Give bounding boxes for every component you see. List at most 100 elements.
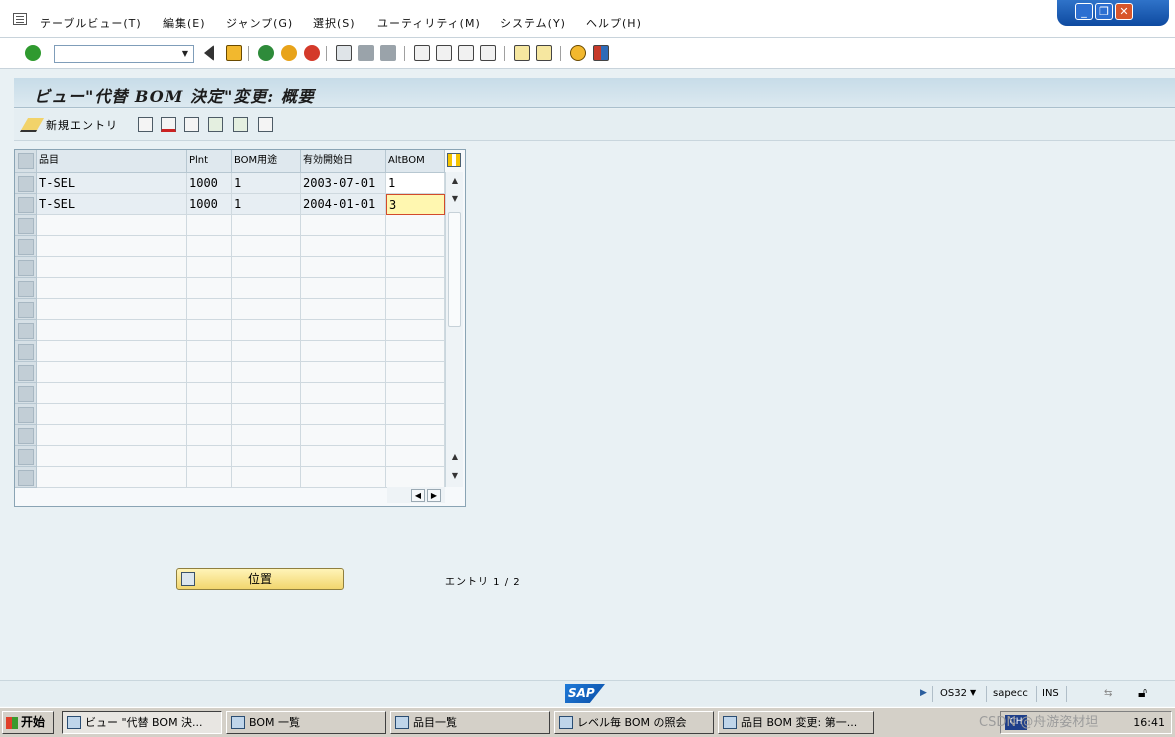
help-icon[interactable] [570, 45, 586, 61]
empty-cell [37, 362, 187, 383]
close-button[interactable]: ✕ [1115, 3, 1133, 20]
column-header-material[interactable]: 品目 [37, 150, 187, 173]
row-selector[interactable] [15, 257, 37, 278]
sap-window-icon [559, 716, 573, 729]
column-header-alt-bom[interactable]: AltBOM [386, 150, 445, 173]
next-page-icon[interactable] [458, 45, 474, 61]
layout-menu-icon[interactable] [593, 45, 609, 61]
row-selector[interactable] [15, 215, 37, 236]
menu-goto[interactable]: ジャンプ(G) [226, 15, 293, 31]
scroll-right-icon[interactable]: ▶ [427, 489, 441, 502]
deselect-all-icon[interactable] [258, 117, 273, 132]
row-selector[interactable] [15, 299, 37, 320]
menu-table-view[interactable]: テーブルビュー(T) [40, 15, 142, 31]
empty-cell [187, 215, 232, 236]
taskbar: 开始 ビュー "代替 BOM 決... BOM 一覧 品目一覧 レベル毎 BOM… [0, 707, 1175, 737]
restore-button[interactable]: ❐ [1095, 3, 1113, 20]
row-selector[interactable] [15, 341, 37, 362]
empty-cell [386, 215, 445, 236]
first-page-icon[interactable] [414, 45, 430, 61]
create-session-icon[interactable] [514, 45, 530, 61]
save-icon[interactable] [226, 45, 242, 61]
prev-page-icon[interactable] [436, 45, 452, 61]
last-page-icon[interactable] [480, 45, 496, 61]
select-all-header[interactable] [15, 150, 37, 173]
column-header-plant[interactable]: Plnt [187, 150, 232, 173]
row-selector[interactable] [15, 404, 37, 425]
row-selector[interactable] [15, 383, 37, 404]
copy-as-icon[interactable] [138, 117, 153, 132]
empty-cell [37, 383, 187, 404]
alt-bom-input-focused[interactable]: 3 [386, 194, 445, 215]
empty-cell [37, 299, 187, 320]
enter-icon[interactable] [25, 45, 41, 61]
column-header-bom-usage[interactable]: BOM用途 [232, 150, 301, 173]
empty-cell [232, 278, 301, 299]
minimize-button[interactable]: _ [1075, 3, 1093, 20]
row-selector[interactable] [15, 173, 37, 194]
cell-material: T-SEL [37, 194, 187, 215]
scroll-left-icon[interactable]: ◀ [411, 489, 425, 502]
back-icon[interactable] [204, 45, 214, 61]
empty-cell [301, 236, 386, 257]
chevron-down-icon[interactable]: ▼ [178, 47, 192, 61]
back-nav-icon[interactable] [258, 45, 274, 61]
row-selector[interactable] [15, 362, 37, 383]
chevron-down-icon[interactable]: ▼ [970, 688, 976, 697]
empty-cell [37, 341, 187, 362]
scroll-up-icon[interactable]: ▲ [449, 175, 461, 187]
exit-icon[interactable] [281, 45, 297, 61]
empty-cell [301, 320, 386, 341]
select-all-icon[interactable] [208, 117, 223, 132]
start-button[interactable]: 开始 [2, 711, 54, 734]
delete-icon[interactable] [161, 117, 176, 132]
row-selector[interactable] [15, 425, 37, 446]
new-entries-label: 新規エントリ [46, 119, 118, 132]
command-field[interactable]: ▼ [54, 45, 194, 63]
menu-select[interactable]: 選択(S) [313, 15, 356, 31]
taskbar-item[interactable]: 品目 BOM 変更: 第一... [718, 711, 874, 734]
row-selector[interactable] [15, 467, 37, 488]
cancel-icon[interactable] [304, 45, 320, 61]
find-icon[interactable] [358, 45, 374, 61]
position-button[interactable]: 位置 [176, 568, 344, 590]
row-selector[interactable] [15, 278, 37, 299]
row-selector[interactable] [15, 236, 37, 257]
scroll-thumb[interactable] [448, 212, 461, 327]
scroll-down-icon[interactable]: ▼ [449, 470, 461, 482]
cell-plant: 1000 [187, 194, 232, 215]
empty-cell [386, 278, 445, 299]
find-next-icon[interactable] [380, 45, 396, 61]
taskbar-item[interactable]: 品目一覧 [390, 711, 550, 734]
input-mode[interactable]: INS [1042, 688, 1059, 699]
new-entries-button[interactable]: 新規エントリ [19, 116, 118, 134]
menu-bar: テーブルビュー(T) 編集(E) ジャンプ(G) 選択(S) ユーティリティ(M… [0, 0, 1175, 38]
cell-valid-from: 2004-01-01 [301, 194, 386, 215]
status-toggle-icon[interactable]: ▶ [920, 688, 927, 698]
print-icon[interactable] [336, 45, 352, 61]
row-selector[interactable] [15, 446, 37, 467]
menu-system[interactable]: システム(Y) [500, 15, 566, 31]
row-selector[interactable] [15, 194, 37, 215]
menu-help[interactable]: ヘルプ(H) [586, 15, 642, 31]
row-selector[interactable] [15, 320, 37, 341]
select-block-icon[interactable] [233, 117, 248, 132]
empty-cell [386, 383, 445, 404]
scroll-down-icon[interactable]: ▼ [449, 193, 461, 205]
scroll-up-icon[interactable]: ▲ [449, 451, 461, 463]
vertical-scrollbar[interactable]: ▲ ▼ ▲ ▼ [445, 172, 463, 487]
column-header-valid-from[interactable]: 有効開始日 [301, 150, 386, 173]
system-menu-icon[interactable] [13, 13, 27, 25]
menu-utilities[interactable]: ユーティリティ(M) [377, 15, 481, 31]
horizontal-scrollbar[interactable]: ◀ ▶ [387, 487, 445, 503]
taskbar-item[interactable]: BOM 一覧 [226, 711, 386, 734]
table-settings-icon[interactable] [447, 153, 461, 167]
cell-bom-usage: 1 [232, 173, 301, 194]
lock-icon[interactable]: 🔓︎ [1138, 685, 1147, 701]
shortcut-icon[interactable] [536, 45, 552, 61]
taskbar-item[interactable]: レベル毎 BOM の照会 [554, 711, 714, 734]
undo-change-icon[interactable] [184, 117, 199, 132]
menu-edit[interactable]: 編集(E) [163, 15, 206, 31]
alt-bom-input[interactable]: 1 [386, 173, 445, 194]
taskbar-item[interactable]: ビュー "代替 BOM 決... [62, 711, 222, 734]
